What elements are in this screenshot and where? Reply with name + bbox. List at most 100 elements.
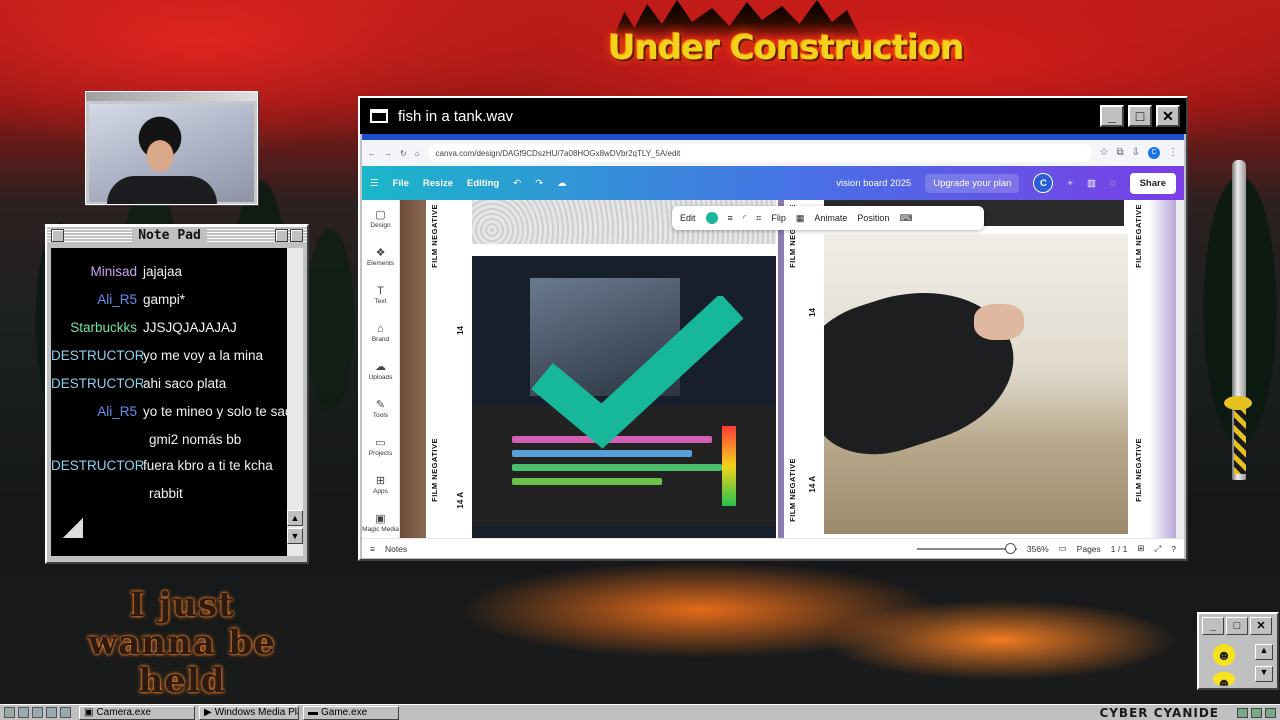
back-icon[interactable]: ← (368, 149, 376, 158)
webcam-window[interactable] (85, 91, 258, 205)
hamburger-icon[interactable]: ☰ (370, 178, 379, 189)
under-construction-banner: Under Construction (608, 28, 964, 68)
notes-button[interactable]: Notes (385, 544, 407, 554)
document-name[interactable]: vision board 2025 (836, 178, 911, 189)
sidebar-item-projects[interactable]: ▭ Projects (362, 428, 399, 466)
maximize-icon[interactable]: □ (1128, 105, 1152, 127)
editing-photo[interactable] (472, 256, 776, 538)
sidebar-item-text[interactable]: T Text (362, 276, 399, 314)
position-button[interactable]: Position (857, 213, 889, 223)
tray-icon[interactable] (1251, 707, 1262, 718)
scroll-down-icon[interactable]: ▼ (1255, 666, 1273, 682)
zoom-handle[interactable] (1004, 542, 1016, 554)
extensions-icon[interactable]: ⧉ (1116, 147, 1123, 159)
close-icon[interactable]: ✕ (1156, 105, 1180, 127)
sidebar-item-apps[interactable]: ⊞ Apps (362, 466, 399, 504)
reload-icon[interactable]: ↻ (400, 149, 407, 158)
mini-window[interactable]: _ □ ✕ ☻ ☻ ▲ ▼ (1197, 612, 1279, 690)
scroll-down-icon[interactable]: ▼ (287, 528, 303, 544)
maximize-icon[interactable] (290, 228, 303, 242)
partial-photo[interactable] (400, 200, 426, 538)
brand-icon: ⌂ (377, 323, 384, 335)
sidebar-item-design[interactable]: ▢ Design (362, 200, 399, 238)
forward-icon[interactable]: → (384, 149, 392, 158)
notepad-titlebar[interactable]: Note Pad (47, 226, 307, 244)
bookmark-icon[interactable]: ☆ (1100, 147, 1109, 159)
taskbar-item-media-player[interactable]: ▶ Windows Media Pla (199, 705, 299, 720)
downloads-icon[interactable]: ⇩ (1132, 147, 1140, 159)
upgrade-button[interactable]: Upgrade your plan (925, 173, 1020, 193)
chat-text: jajajaa (143, 264, 183, 279)
quicklaunch-icon[interactable] (18, 707, 29, 718)
scroll-up-icon[interactable]: ▲ (287, 510, 303, 526)
taskbar-item-game[interactable]: ▬ Game.exe (303, 705, 399, 720)
resize-handle-icon[interactable] (63, 518, 83, 538)
sidebar-item-magic-media[interactable]: ▣ Magic Media (362, 504, 399, 542)
quicklaunch-icon[interactable] (32, 707, 43, 718)
minimize-icon[interactable]: _ (1100, 105, 1124, 127)
transparency-icon[interactable]: ▦ (796, 213, 805, 224)
window-icon (370, 109, 388, 123)
redo-icon[interactable]: ↷ (535, 178, 543, 189)
color-swatch[interactable] (705, 212, 718, 224)
share-button[interactable]: Share (1129, 172, 1176, 194)
tray-icon[interactable] (1265, 707, 1276, 718)
crop-icon[interactable]: ⌗ (756, 213, 761, 224)
menu-dots-icon[interactable]: ⋮ (1168, 147, 1178, 159)
resize-menu[interactable]: Resize (423, 178, 453, 189)
webcam-titlebar[interactable] (86, 92, 257, 101)
insights-icon[interactable]: ▥ (1087, 178, 1096, 189)
paint-format-icon[interactable]: ⌨ (899, 213, 912, 224)
user-avatar[interactable]: C (1033, 173, 1054, 193)
sidebar-item-elements[interactable]: ❖ Elements (362, 238, 399, 276)
edit-button[interactable]: Edit (680, 213, 696, 223)
keys-photo[interactable] (824, 234, 1128, 534)
quicklaunch-icon[interactable] (60, 707, 71, 718)
chat-message: Ali_R5 yo te mineo y solo te saco (51, 398, 289, 426)
notepad-title: Note Pad (132, 227, 207, 243)
help-icon[interactable]: ? (1171, 544, 1176, 554)
border-style-icon[interactable]: ≡ (728, 213, 733, 223)
chat-username: Starbuckks (70, 320, 137, 335)
file-menu[interactable]: File (393, 178, 409, 189)
design-canvas[interactable]: FILM NEGATIVE FILM NEGATIVE 14 14 A FILM… (400, 200, 1184, 538)
home-icon[interactable]: ⌂ (415, 149, 420, 158)
taskbar-item-camera[interactable]: ▣ Camera.exe (79, 705, 195, 720)
comment-icon[interactable]: ◌ (1110, 178, 1116, 189)
zoom-slider[interactable] (916, 542, 1017, 554)
quicklaunch-icon[interactable] (4, 707, 15, 718)
maximize-icon[interactable]: □ (1226, 617, 1248, 635)
sidebar-item-brand[interactable]: ⌂ Brand (362, 314, 399, 352)
close-icon[interactable]: ✕ (1250, 617, 1272, 635)
quicklaunch-icon[interactable] (46, 707, 57, 718)
cloud-save-icon[interactable]: ☁ (557, 178, 567, 189)
notepad-window[interactable]: Note Pad Minisad jajajaa Ali_R5 gampi* S… (45, 224, 309, 564)
url-input[interactable]: canva.com/design/DAGf9CDszHU/7a08HOGx8wD… (427, 144, 1092, 162)
corner-rounding-icon[interactable]: ◜ (743, 213, 747, 224)
menu-icon[interactable] (51, 228, 64, 242)
scroll-up-icon[interactable]: ▲ (1255, 644, 1273, 660)
notes-icon[interactable]: ≡ (370, 544, 375, 554)
chat-message: Ali_R5 gampi* (51, 286, 289, 314)
sidebar-item-tools[interactable]: ✎ Tools (362, 390, 399, 428)
design-page[interactable]: FILM NEGATIVE FILM NEGATIVE 14 14 A FILM… (400, 200, 1176, 538)
minimize-icon[interactable]: _ (1202, 617, 1224, 635)
zoom-level[interactable]: 356% (1027, 544, 1049, 554)
add-collaborator-icon[interactable]: + (1067, 178, 1073, 189)
pages-icon[interactable]: ▭ (1059, 543, 1067, 554)
animate-button[interactable]: Animate (814, 213, 847, 223)
sidebar-item-uploads[interactable]: ☁ Uploads (362, 352, 399, 390)
minimize-icon[interactable] (275, 228, 288, 242)
tray-icon[interactable] (1237, 707, 1248, 718)
browser-window[interactable]: fish in a tank.wav _ □ ✕ ← → ↻ ⌂ canva.c… (358, 96, 1188, 561)
window-titlebar[interactable]: fish in a tank.wav _ □ ✕ (360, 98, 1186, 134)
pages-button[interactable]: Pages (1077, 544, 1101, 554)
sidebar-label: Projects (368, 450, 393, 457)
fullscreen-icon[interactable]: ⤢ (1154, 543, 1161, 554)
grid-view-icon[interactable]: ⊞ (1137, 543, 1144, 554)
profile-avatar[interactable]: C (1148, 147, 1160, 159)
editing-menu[interactable]: Editing (467, 178, 499, 189)
undo-icon[interactable]: ↶ (513, 178, 521, 189)
flip-button[interactable]: Flip (771, 213, 786, 223)
notepad-scrollbar[interactable]: ▲ ▼ (287, 248, 303, 556)
